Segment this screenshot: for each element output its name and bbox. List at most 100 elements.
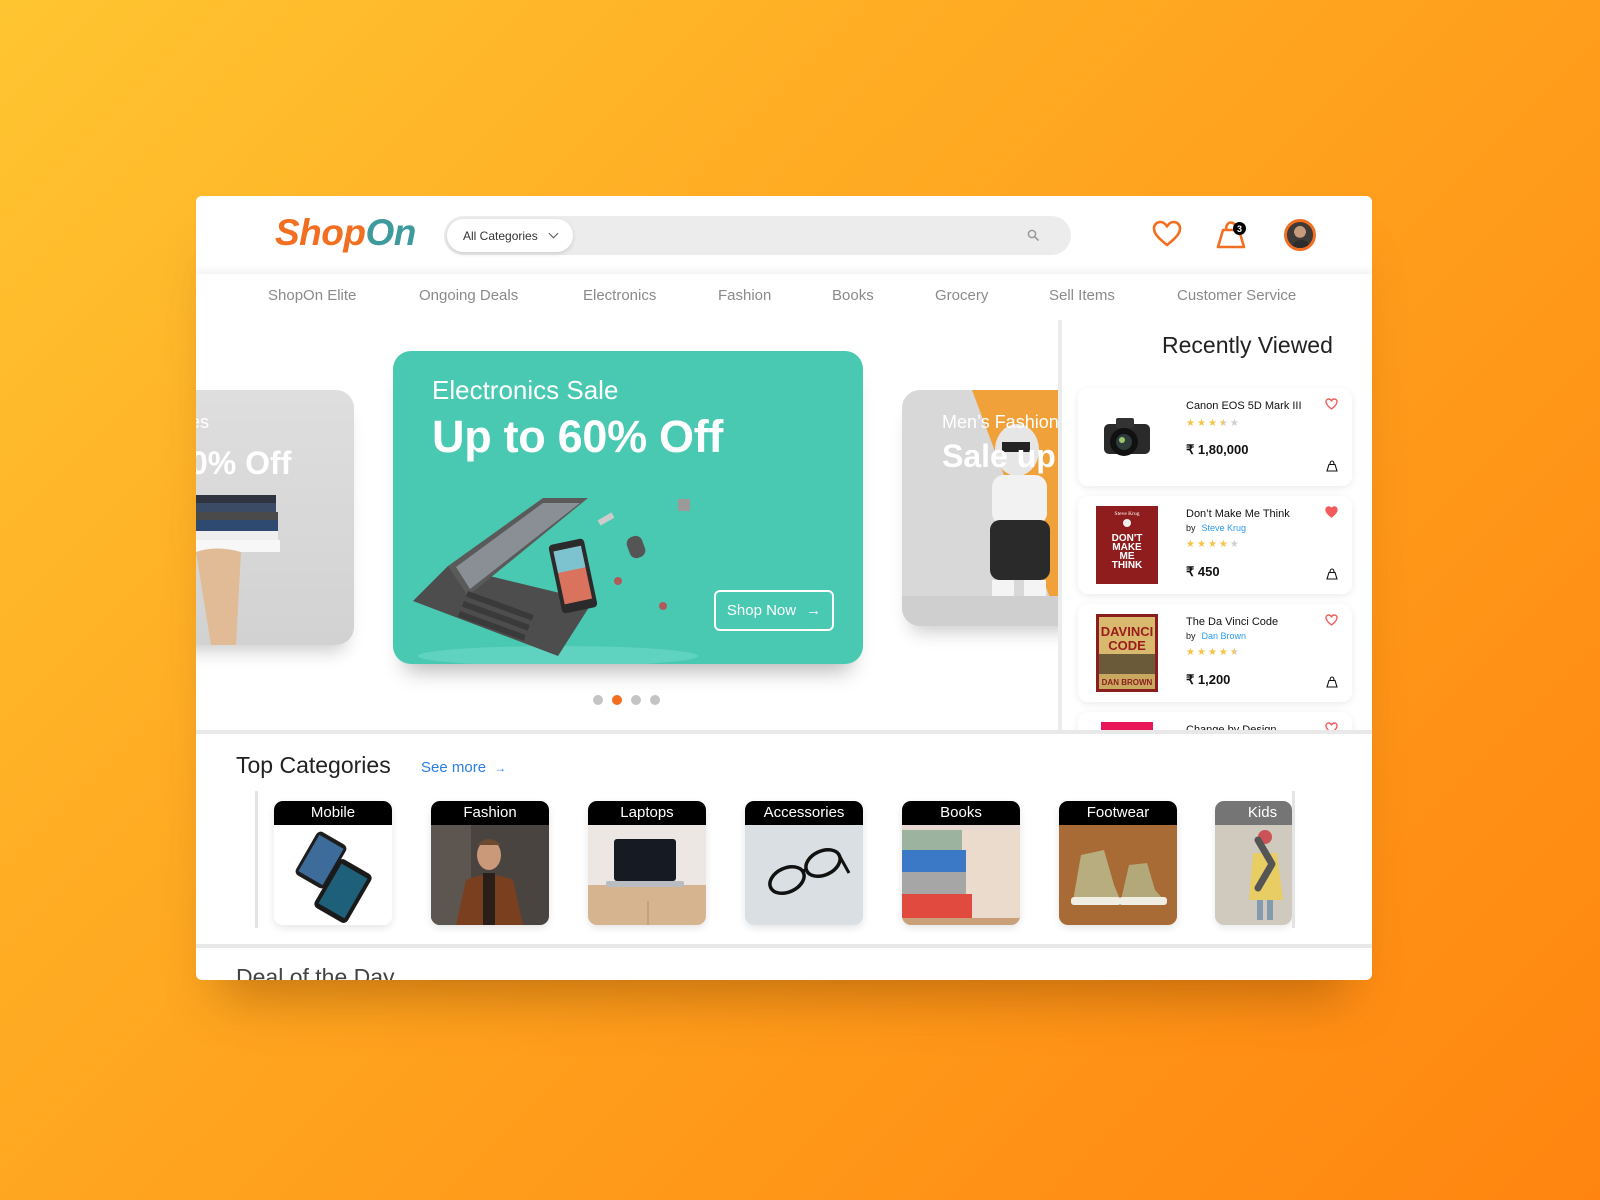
search-icon[interactable] xyxy=(1027,229,1039,241)
carousel-dot-1[interactable] xyxy=(593,695,603,705)
heart-outline-icon[interactable] xyxy=(1325,614,1338,626)
star-icon: ★ xyxy=(1218,647,1228,658)
nav-item-customer-service[interactable]: Customer Service xyxy=(1177,287,1296,304)
star-icon: ★ xyxy=(1207,647,1217,658)
category-card-fashion[interactable]: Fashion xyxy=(431,801,549,925)
category-label: Mobile xyxy=(274,801,392,825)
product-name: The Da Vinci Code xyxy=(1186,616,1279,628)
category-card-laptops[interactable]: Laptops xyxy=(588,801,706,925)
product-price: ₹ 1,200 xyxy=(1186,672,1231,687)
nav-item-shopon-elite[interactable]: ShopOn Elite xyxy=(268,287,356,304)
slide-kicker: Electronics Sale xyxy=(432,375,619,405)
nav-item-sell-items[interactable]: Sell Items xyxy=(1049,287,1115,304)
shopon-logo[interactable]: ShopOn xyxy=(275,212,416,254)
star-icon: ★ xyxy=(1207,539,1217,550)
category-label: Kids xyxy=(1215,801,1292,825)
carousel-slide-electronics[interactable]: Electronics Sale Up to 60% Off Shop Now … xyxy=(393,351,863,664)
author-link[interactable]: Steve Krug xyxy=(1202,523,1247,533)
search-input[interactable] xyxy=(584,216,1014,255)
svg-text:CODE: CODE xyxy=(1108,638,1146,653)
camera-thumbnail xyxy=(1104,418,1150,456)
carousel-slide-mens-fashion[interactable]: Men’s Fashion Sale up xyxy=(902,390,1058,626)
category-card-books[interactable]: Books xyxy=(902,801,1020,925)
carousel-dot-4[interactable] xyxy=(650,695,660,705)
category-card-mobile[interactable]: Mobile xyxy=(274,801,392,925)
category-scroll-rail-left xyxy=(255,791,258,928)
nav-item-ongoing-deals[interactable]: Ongoing Deals xyxy=(419,287,518,304)
nav-item-electronics[interactable]: Electronics xyxy=(583,287,656,304)
rating-stars: ★ ★ ★ ★ ★ xyxy=(1186,539,1239,550)
category-label: Laptops xyxy=(588,801,706,825)
star-icon: ★ xyxy=(1196,647,1206,658)
star-half-icon: ★ xyxy=(1218,418,1228,429)
category-dropdown-label: All Categories xyxy=(463,228,538,243)
arrow-right-icon: → xyxy=(806,602,822,619)
nav-item-grocery[interactable]: Grocery xyxy=(935,287,988,304)
category-card-accessories[interactable]: Accessories xyxy=(745,801,863,925)
see-more-link[interactable]: See more → xyxy=(421,759,506,776)
carousel-slide-books[interactable]: es 0% Off xyxy=(196,390,354,645)
heart-outline-icon[interactable] xyxy=(1325,722,1338,730)
category-label: Accessories xyxy=(745,801,863,825)
nav-item-fashion[interactable]: Fashion xyxy=(718,287,771,304)
category-label: Footwear xyxy=(1059,801,1177,825)
star-empty-icon: ★ xyxy=(1229,539,1239,550)
recently-viewed-item[interactable]: Canon EOS 5D Mark III ★ ★ ★ ★ ★ ₹ 1,80,000 xyxy=(1078,388,1352,486)
book-cover-thumbnail xyxy=(1101,722,1153,730)
user-avatar[interactable] xyxy=(1284,219,1316,251)
see-more-label: See more xyxy=(421,759,487,776)
product-author: by Steve Krug xyxy=(1186,523,1246,533)
wishlist-heart-icon[interactable] xyxy=(1152,220,1182,248)
star-icon: ★ xyxy=(1218,539,1228,550)
svg-text:DAN BROWN: DAN BROWN xyxy=(1102,678,1153,687)
add-to-bag-icon[interactable] xyxy=(1326,676,1338,688)
app-window: ShopOn All Categories 3 ShopOn Elite Ong… xyxy=(196,196,1372,980)
product-price: ₹ 450 xyxy=(1186,564,1220,579)
book-cover-thumbnail: DAVINCI CODE DAN BROWN xyxy=(1096,614,1158,692)
recently-viewed-panel: Recently Viewed Canon EOS 5D Mark III ★ ★… xyxy=(1062,320,1372,730)
recently-viewed-item[interactable]: DAVINCI CODE DAN BROWN The Da Vinci Code… xyxy=(1078,604,1352,702)
add-to-bag-icon[interactable] xyxy=(1326,568,1338,580)
svg-text:Steve Krug: Steve Krug xyxy=(1115,511,1140,517)
author-link[interactable]: Dan Brown xyxy=(1202,631,1247,641)
svg-text:DAVINCI: DAVINCI xyxy=(1101,624,1153,639)
shop-now-label: Shop Now xyxy=(726,602,797,619)
carousel-dot-3[interactable] xyxy=(631,695,641,705)
books-stack-illustration xyxy=(196,495,280,645)
recently-viewed-title: Recently Viewed xyxy=(1162,332,1333,358)
carousel-dot-2-active[interactable] xyxy=(612,695,622,705)
header: ShopOn All Categories 3 xyxy=(196,196,1372,274)
heart-filled-icon[interactable] xyxy=(1325,506,1338,518)
cart-count-badge: 3 xyxy=(1233,222,1246,235)
books-image xyxy=(902,825,1020,925)
book-cover-thumbnail: Steve Krug DON'T MAKE ME THINK xyxy=(1096,506,1158,584)
chevron-down-icon xyxy=(548,228,559,239)
logo-part-on: On xyxy=(365,212,416,253)
recently-viewed-item[interactable]: Steve Krug DON'T MAKE ME THINK Don’t Mak… xyxy=(1078,496,1352,594)
star-icon: ★ xyxy=(1186,418,1195,429)
search-bar: All Categories xyxy=(444,216,1071,255)
chevron-right-icon[interactable] xyxy=(1252,834,1278,894)
star-icon: ★ xyxy=(1186,539,1195,550)
category-card-footwear[interactable]: Footwear xyxy=(1059,801,1177,925)
shop-now-button[interactable]: Shop Now → xyxy=(714,590,834,631)
product-price: ₹ 1,80,000 xyxy=(1186,442,1249,457)
main-nav: ShopOn Elite Ongoing Deals Electronics F… xyxy=(196,274,1372,320)
hero-carousel: es 0% Off Electronics Sale Up to 60% Off xyxy=(196,320,1058,730)
nav-item-books[interactable]: Books xyxy=(832,287,874,304)
author-prefix: by xyxy=(1186,523,1196,533)
heart-outline-icon[interactable] xyxy=(1325,398,1338,410)
category-scroll-rail-right xyxy=(1292,791,1295,928)
star-empty-icon: ★ xyxy=(1229,418,1239,429)
top-categories-title: Top Categories xyxy=(236,752,391,778)
slide-headline: Up to 60% Off xyxy=(432,411,724,462)
carousel-pagination xyxy=(593,695,660,705)
category-dropdown[interactable]: All Categories xyxy=(447,219,573,252)
add-to-bag-icon[interactable] xyxy=(1326,460,1338,472)
logo-part-shop: Shop xyxy=(275,212,366,253)
recently-viewed-item[interactable]: Change by Design xyxy=(1078,712,1352,730)
category-label: Fashion xyxy=(431,801,549,825)
fashion-image xyxy=(431,825,549,925)
sneakers-image xyxy=(1059,825,1177,925)
slide-headline: 0% Off xyxy=(196,445,292,481)
